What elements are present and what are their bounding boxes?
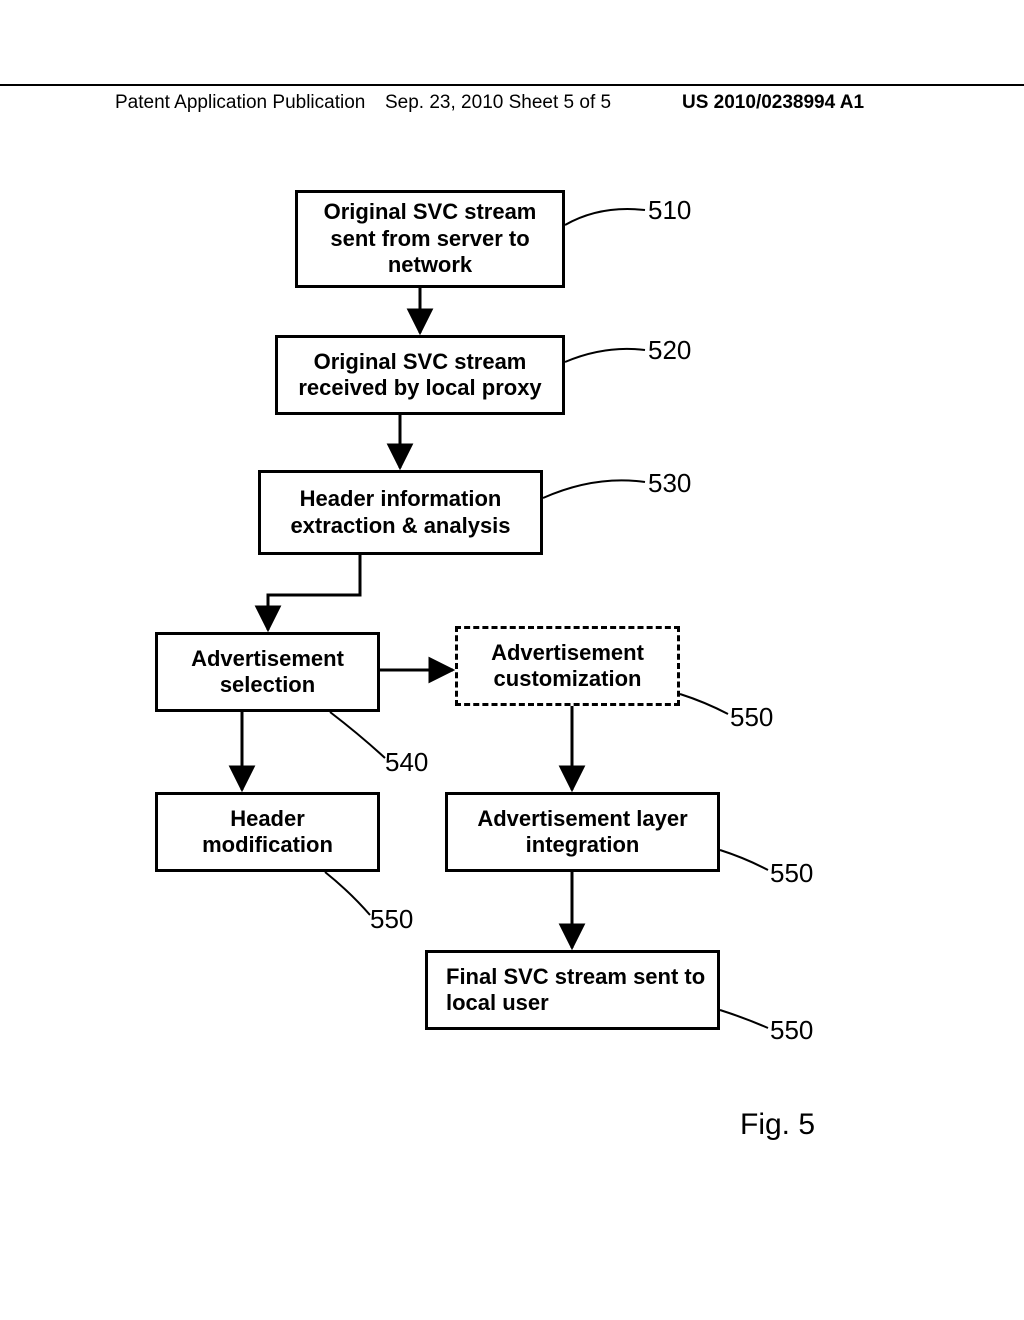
ref-550-header-mod: 550 — [370, 904, 413, 935]
header-mid: Sep. 23, 2010 Sheet 5 of 5 — [385, 92, 611, 114]
ref-520: 520 — [648, 335, 691, 366]
leader-550-int — [720, 850, 768, 870]
leader-550-final — [720, 1010, 768, 1028]
ref-530: 530 — [648, 468, 691, 499]
ref-550-final: 550 — [770, 1015, 813, 1046]
node-original-svc-proxy: Original SVC stream received by local pr… — [275, 335, 565, 415]
node-final-svc-stream: Final SVC stream sent to local user — [425, 950, 720, 1030]
arrow-530-540a — [268, 555, 360, 630]
node-header-extraction: Header information extraction & analysis — [258, 470, 543, 555]
leader-550-hdr — [325, 872, 370, 915]
figure-caption: Fig. 5 — [740, 1108, 815, 1142]
leader-530 — [543, 480, 645, 498]
leader-550-cust — [680, 694, 728, 714]
ref-550-integration: 550 — [770, 858, 813, 889]
ref-540: 540 — [385, 747, 428, 778]
node-ad-layer-integration: Advertisement layer integration — [445, 792, 720, 872]
header-rule — [0, 84, 1024, 86]
node-header-modification: Header modification — [155, 792, 380, 872]
ref-510: 510 — [648, 195, 691, 226]
node-ad-customization: Advertisement customization — [455, 626, 680, 706]
leader-510 — [565, 209, 645, 225]
node-ad-selection: Advertisement selection — [155, 632, 380, 712]
leader-540 — [330, 712, 385, 758]
node-original-svc-server: Original SVC stream sent from server to … — [295, 190, 565, 288]
header-right: US 2010/0238994 A1 — [682, 92, 864, 114]
leader-520 — [565, 349, 645, 362]
header-left: Patent Application Publication — [115, 92, 365, 114]
ref-550-customization: 550 — [730, 702, 773, 733]
